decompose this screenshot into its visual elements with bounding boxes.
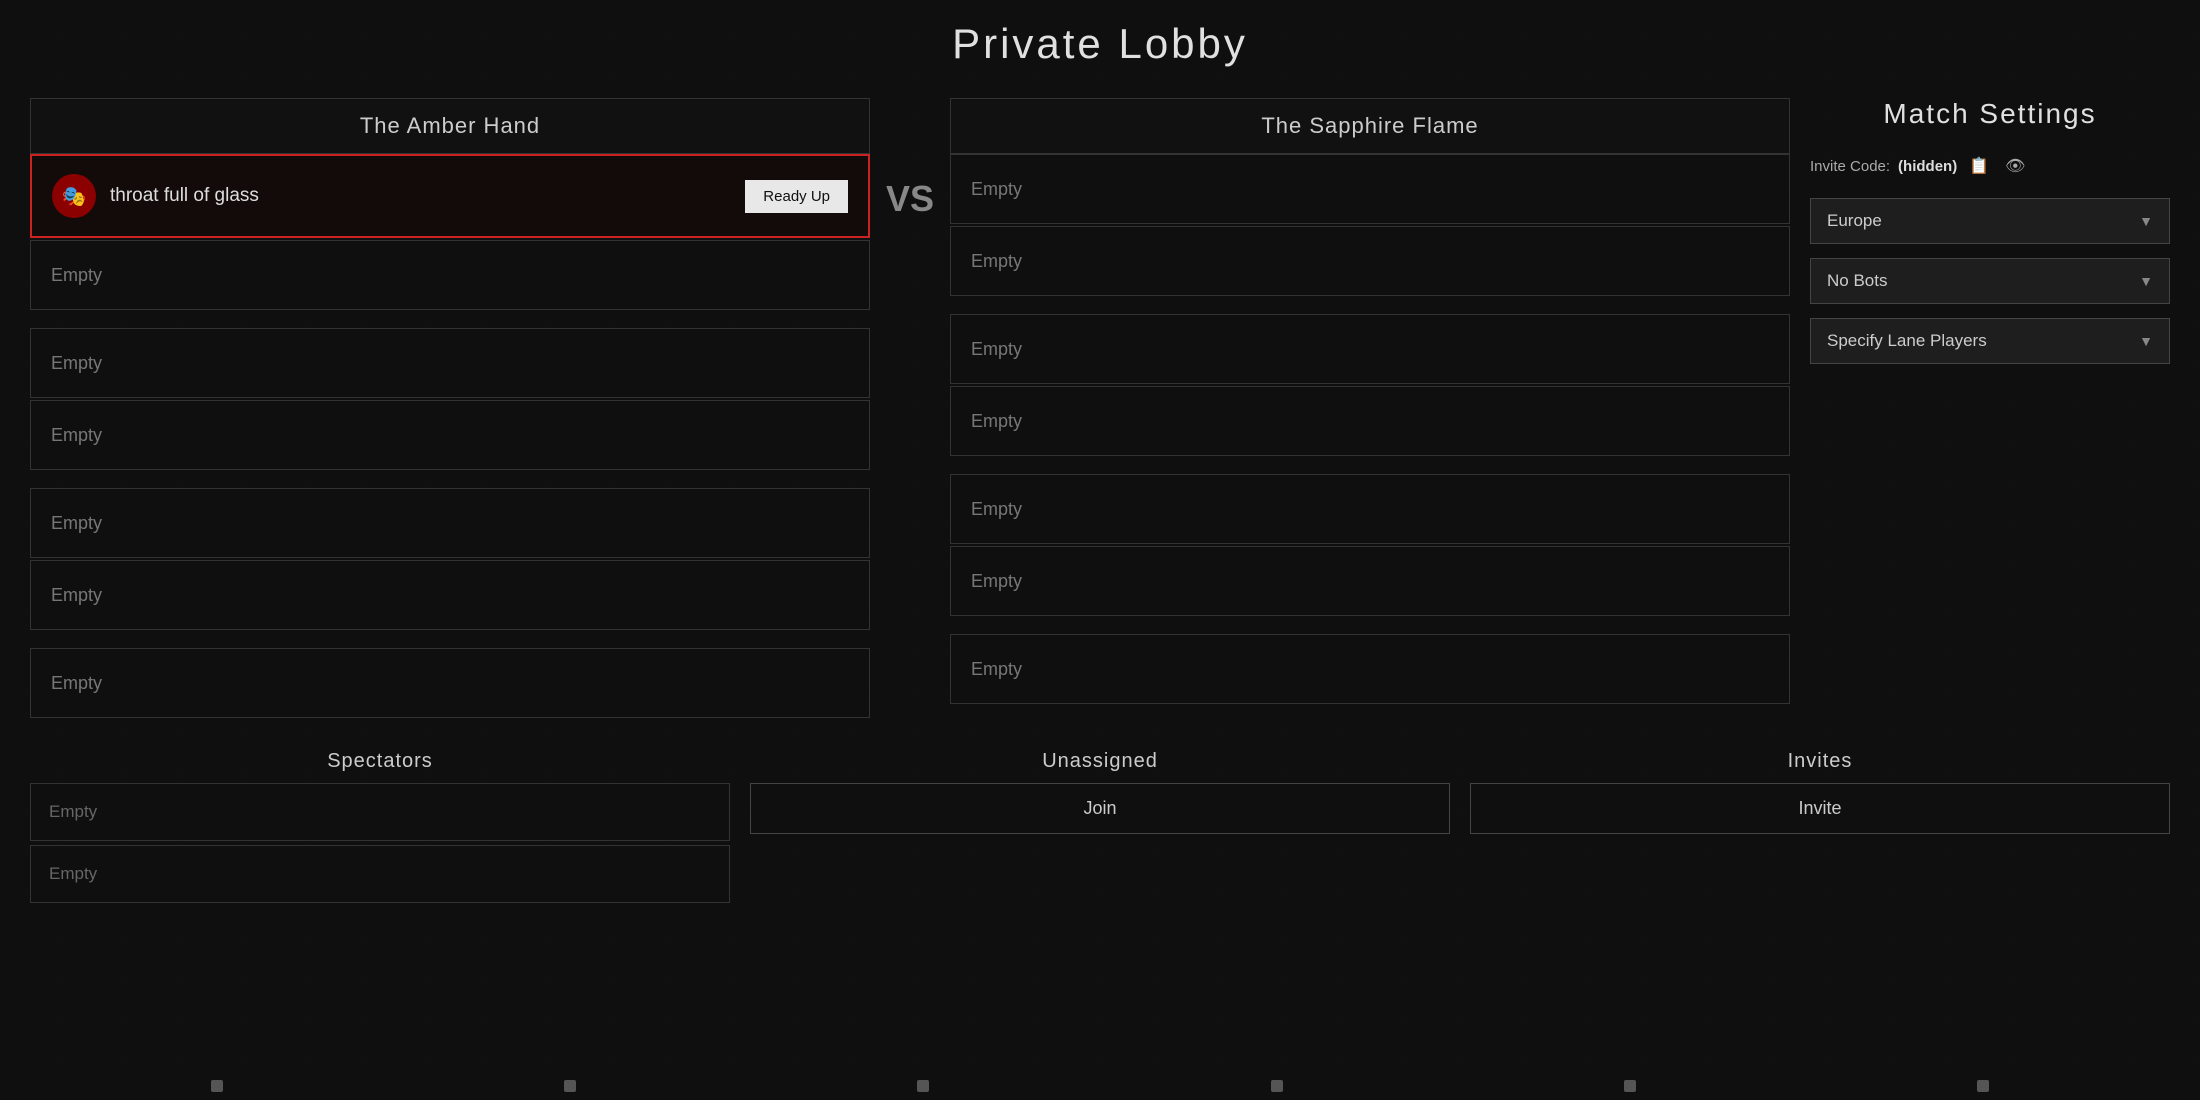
player-name-1: throat full of glass — [110, 185, 745, 207]
vs-divider: VS — [870, 98, 950, 220]
copy-icon-button[interactable]: 📋 — [1965, 154, 1993, 178]
invite-code-value: (hidden) — [1898, 158, 1957, 175]
spectator-slot-1[interactable]: Empty — [30, 783, 730, 841]
invites-panel: Invites Invite — [1470, 750, 2170, 907]
unassigned-title: Unassigned — [750, 750, 1450, 773]
invite-code-row: Invite Code: (hidden) 📋 👁 — [1810, 154, 2170, 178]
player-slot-amber-1[interactable]: 🎭 throat full of glass Ready Up — [30, 154, 870, 238]
ready-up-button[interactable]: Ready Up — [745, 180, 848, 213]
spectators-title: Spectators — [30, 750, 730, 773]
player-avatar-1: 🎭 — [52, 174, 96, 218]
player-slot-sapphire-3[interactable]: Empty — [950, 314, 1790, 384]
player-slot-sapphire-4[interactable]: Empty — [950, 386, 1790, 456]
player-slot-sapphire-2-label: Empty — [971, 251, 1022, 272]
spectator-slot-2[interactable]: Empty — [30, 845, 730, 903]
eye-icon-button[interactable]: 👁 — [2001, 154, 2029, 178]
player-slot-sapphire-5-label: Empty — [971, 499, 1022, 520]
player-slot-amber-6[interactable]: Empty — [30, 560, 870, 630]
player-slot-sapphire-3-label: Empty — [971, 339, 1022, 360]
player-slot-amber-5-label: Empty — [51, 513, 102, 534]
lane-players-select[interactable]: Specify Lane Players ▼ — [1810, 318, 2170, 364]
player-slot-amber-7-label: Empty — [51, 673, 102, 694]
player-slot-sapphire-1-label: Empty — [971, 179, 1022, 200]
region-select[interactable]: Europe ▼ — [1810, 198, 2170, 244]
unassigned-panel: Unassigned Join — [750, 750, 1450, 907]
player-slot-amber-7[interactable]: Empty — [30, 648, 870, 718]
invites-title: Invites — [1470, 750, 2170, 773]
vs-label: VS — [886, 178, 934, 220]
player-slot-sapphire-7[interactable]: Empty — [950, 634, 1790, 704]
team-sapphire-header: The Sapphire Flame — [950, 98, 1790, 154]
bottom-section: Spectators Empty Empty Unassigned Join I… — [30, 750, 2170, 907]
main-layout: The Amber Hand 🎭 throat full of glass Re… — [30, 98, 2170, 720]
region-chevron-icon: ▼ — [2139, 213, 2153, 229]
spectators-panel: Spectators Empty Empty — [30, 750, 730, 907]
settings-panel: Match Settings Invite Code: (hidden) 📋 👁… — [1810, 98, 2170, 378]
player-slot-amber-4-label: Empty — [51, 425, 102, 446]
join-button[interactable]: Join — [750, 783, 1450, 834]
player-slot-amber-3-label: Empty — [51, 353, 102, 374]
player-slot-amber-6-label: Empty — [51, 585, 102, 606]
player-slot-amber-5[interactable]: Empty — [30, 488, 870, 558]
player-slot-amber-2[interactable]: Empty — [30, 240, 870, 310]
player-slot-sapphire-6[interactable]: Empty — [950, 546, 1790, 616]
player-slot-amber-2-label: Empty — [51, 265, 102, 286]
player-slot-amber-4[interactable]: Empty — [30, 400, 870, 470]
region-value: Europe — [1827, 211, 1882, 231]
page-title: Private Lobby — [30, 20, 2170, 68]
player-slot-sapphire-7-label: Empty — [971, 659, 1022, 680]
player-slot-amber-3[interactable]: Empty — [30, 328, 870, 398]
settings-title: Match Settings — [1810, 98, 2170, 130]
bots-select[interactable]: No Bots ▼ — [1810, 258, 2170, 304]
team-amber: The Amber Hand 🎭 throat full of glass Re… — [30, 98, 870, 720]
player-slot-sapphire-2[interactable]: Empty — [950, 226, 1790, 296]
team-amber-header: The Amber Hand — [30, 98, 870, 154]
invite-button[interactable]: Invite — [1470, 783, 2170, 834]
teams-wrapper: The Amber Hand 🎭 throat full of glass Re… — [30, 98, 1790, 720]
lane-players-value: Specify Lane Players — [1827, 331, 1987, 351]
spectator-slot-1-label: Empty — [49, 802, 97, 822]
player-slot-sapphire-5[interactable]: Empty — [950, 474, 1790, 544]
spectator-slot-2-label: Empty — [49, 864, 97, 884]
player-slot-sapphire-1[interactable]: Empty — [950, 154, 1790, 224]
invite-code-label: Invite Code: — [1810, 158, 1890, 175]
bots-chevron-icon: ▼ — [2139, 273, 2153, 289]
team-sapphire: The Sapphire Flame Empty Empty Empty Emp… — [950, 98, 1790, 706]
bots-value: No Bots — [1827, 271, 1887, 291]
lane-players-chevron-icon: ▼ — [2139, 333, 2153, 349]
player-slot-sapphire-6-label: Empty — [971, 571, 1022, 592]
player-slot-sapphire-4-label: Empty — [971, 411, 1022, 432]
